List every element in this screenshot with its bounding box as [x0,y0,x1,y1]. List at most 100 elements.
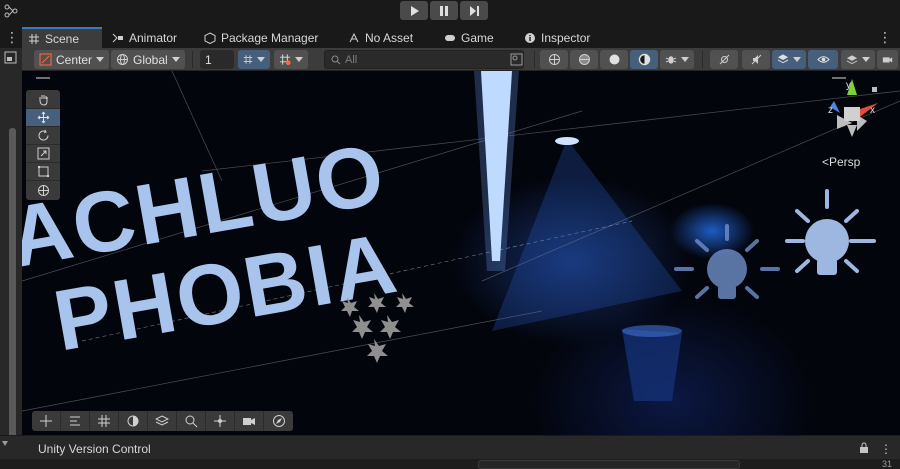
space-dropdown[interactable]: Global [111,50,185,69]
tab-package-manager[interactable]: Package Manager [198,27,324,48]
tab-label: No Asset [365,30,414,45]
divider [192,51,193,68]
effects-dropdown[interactable] [772,50,806,69]
lock-icon[interactable] [858,442,870,454]
tab-label: Inspector [541,30,591,45]
animator-icon [112,33,123,42]
snap-toggle[interactable] [238,50,270,69]
search-icon [331,55,341,64]
2d-toggle-button[interactable] [710,50,738,69]
scene-view[interactable]: ACHLUO PHOBIA y x z <Persp [22,71,900,435]
search-icon [185,415,198,428]
increment-snap-button[interactable] [274,50,308,69]
transform-icon [37,184,49,196]
sphere-icon [609,54,619,65]
globe-icon [117,54,128,65]
play-button[interactable] [400,1,428,20]
camera-icon [243,418,255,425]
chevron-down-icon [257,57,265,62]
play-bar [0,0,900,22]
increment-snap-icon [279,54,291,66]
gizmo-x-label: x [870,105,875,116]
version-control-icon[interactable] [4,4,18,18]
shaded-button[interactable] [600,50,628,69]
no-lighting-icon [719,54,729,65]
compass-icon [272,415,285,427]
scale-tool[interactable] [26,145,60,163]
tab-inspector[interactable]: Inspector [518,27,596,48]
layers-button[interactable] [148,411,177,431]
orientation-gizmo[interactable]: y x z [828,79,878,137]
version-control-panel: Unity Version Control ⋮ [0,435,900,459]
tab-label: Game [461,30,494,45]
scene-search-input[interactable]: All [324,50,524,69]
pivot-tool-button[interactable] [206,411,235,431]
scale-icon [37,147,49,160]
search-tool-button[interactable] [177,411,206,431]
projection-label[interactable]: <Persp [822,155,860,169]
overlay-menu-icon[interactable] [4,51,17,64]
tab-game[interactable]: Game [438,27,500,48]
asset-icon [349,32,359,42]
vertical-scrollbar[interactable] [9,128,16,469]
wireframe-globe-icon [548,54,560,65]
tab-no-asset[interactable]: No Asset [342,27,419,48]
gizmo-z-label: z [828,105,833,116]
shaded-wire-icon [578,54,590,65]
hand-tool[interactable] [26,91,60,109]
grid-size-field[interactable]: 1 [200,50,234,69]
left-strip [0,48,22,469]
chevron-down-icon [681,57,689,62]
gizmos-dropdown[interactable] [841,50,875,69]
light-gizmo-icon [785,189,876,275]
status-search-input[interactable] [478,460,740,469]
overlay-drag-handle[interactable] [36,77,50,79]
draw-mode-button[interactable] [540,50,568,69]
bug-icon [665,56,677,64]
pivot-dropdown[interactable]: Center [34,50,110,69]
audio-toggle-button[interactable] [742,50,770,69]
rect-tool[interactable] [26,163,60,181]
scroll-down-icon[interactable] [2,438,8,448]
more-options-icon[interactable]: ⋮ [878,29,892,46]
chevron-down-icon [96,57,105,62]
move-tool[interactable] [26,109,60,127]
gizmo-y-label: y [846,80,851,91]
grid-snap-button[interactable] [90,411,119,431]
camera-icon [882,57,893,63]
lighting-button[interactable] [119,411,148,431]
pivot-label: Center [56,52,93,67]
transform-tool[interactable] [26,181,60,199]
camera-tool-button[interactable] [235,411,264,431]
grid-icon [29,33,39,44]
tab-menu-icon[interactable]: ⋮ [5,30,19,44]
pause-button[interactable] [430,1,458,20]
search-filter-icon[interactable] [510,53,523,66]
align-icon [70,416,80,426]
step-button[interactable] [460,1,488,20]
pause-icon [440,5,448,16]
chevron-down-icon [295,57,303,62]
debug-draw-dropdown[interactable] [660,50,694,69]
gizmo-lock-icon[interactable] [872,87,877,92]
hand-icon [39,95,47,106]
tools-overlay [26,90,60,200]
lighting-mode-button[interactable] [630,50,658,69]
scene-render: ACHLUO PHOBIA y x z [22,71,900,412]
tab-scene[interactable]: Scene [22,27,102,48]
layers-icon [777,54,789,64]
shaded-wire-button[interactable] [570,50,598,69]
eye-icon [816,56,830,63]
panel-menu-icon[interactable]: ⋮ [880,442,892,456]
overlay-drag-handle[interactable] [832,77,846,79]
visibility-toggle[interactable] [808,50,838,69]
step-icon [470,5,479,16]
crosshair-icon [214,415,226,427]
camera-button[interactable] [877,50,898,69]
align-tool-button[interactable] [61,411,90,431]
space-label: Global [133,52,168,67]
compass-tool-button[interactable] [264,411,293,431]
tab-animator[interactable]: Animator [106,27,183,48]
rotate-tool[interactable] [26,127,60,145]
move-tool-button[interactable] [32,411,61,431]
